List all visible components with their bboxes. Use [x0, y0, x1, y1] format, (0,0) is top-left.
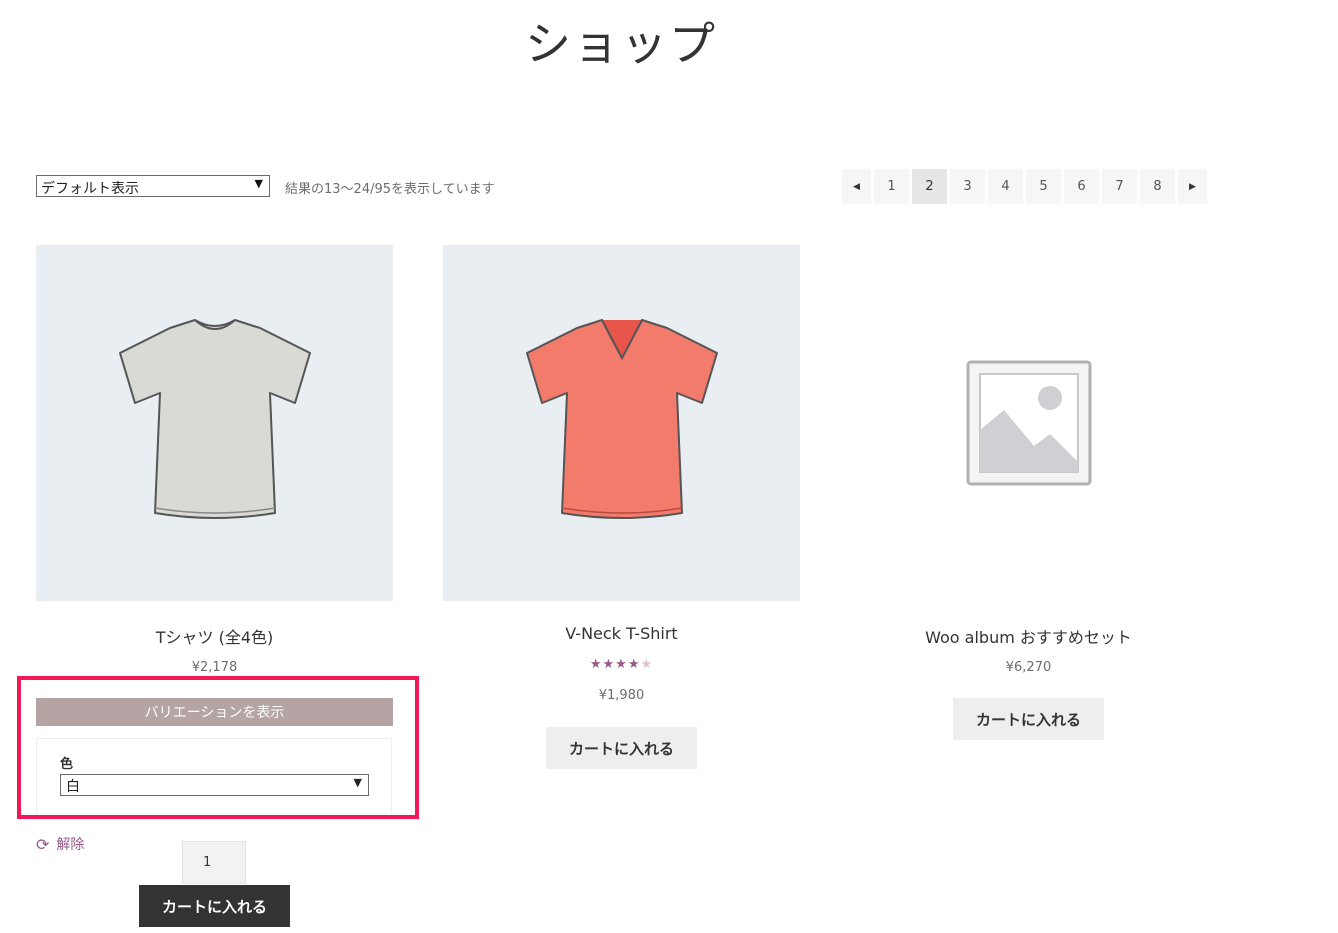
- pagination-prev-button[interactable]: ◀: [842, 169, 871, 204]
- pagination-page[interactable]: 4: [988, 169, 1023, 204]
- reset-label: 解除: [56, 837, 85, 853]
- star-icon: ★: [602, 657, 616, 672]
- star-icon: ★: [615, 657, 628, 672]
- image-placeholder-icon: [966, 360, 1091, 486]
- quantity-input[interactable]: 1: [182, 841, 246, 884]
- product-title[interactable]: Tシャツ (全4色): [36, 624, 393, 648]
- page-title: ショップ: [525, 17, 717, 71]
- pagination-page[interactable]: 3: [950, 169, 985, 204]
- product-title[interactable]: V-Neck T-Shirt: [443, 624, 800, 643]
- product-price: ¥6,270: [1005, 660, 1052, 675]
- add-to-cart-button[interactable]: カートに入れる: [546, 727, 697, 769]
- pagination-page[interactable]: 7: [1102, 169, 1137, 204]
- refresh-icon: ⟳: [36, 834, 50, 854]
- product-price: ¥1,980: [598, 688, 645, 703]
- tshirt-image: [118, 319, 311, 519]
- product-image-placeholder[interactable]: [850, 245, 1207, 601]
- star-rating: ★★★★★: [443, 657, 800, 672]
- pagination-page-current: 2: [912, 169, 947, 204]
- sort-select-value: デフォルト表示: [41, 181, 139, 197]
- product-image-tshirt[interactable]: [36, 245, 393, 601]
- add-to-cart-button-primary[interactable]: カートに入れる: [139, 885, 290, 927]
- pagination-page[interactable]: 6: [1064, 169, 1099, 204]
- product-price: ¥2,178: [191, 660, 238, 675]
- pagination-page[interactable]: 8: [1140, 169, 1175, 204]
- chevron-down-icon: ▼: [254, 177, 263, 190]
- pagination-next-button[interactable]: ▶: [1178, 169, 1207, 204]
- star-icon: ★: [627, 657, 641, 672]
- pagination: ◀ 1 2 3 4 5 6 7 8 ▶: [842, 169, 1207, 204]
- add-to-cart-button[interactable]: カートに入れる: [953, 698, 1104, 740]
- star-empty-icon: ★: [640, 657, 654, 672]
- sort-select[interactable]: デフォルト表示 ▼: [36, 175, 270, 197]
- reset-variations-link[interactable]: ⟳ 解除: [36, 834, 84, 854]
- result-count: 結果の13〜24/95を表示しています: [285, 182, 495, 197]
- product-image-vneck[interactable]: [443, 245, 800, 601]
- pagination-page[interactable]: 5: [1026, 169, 1061, 204]
- star-icon: ★: [589, 657, 603, 672]
- highlight-annotation: [17, 676, 419, 819]
- product-title[interactable]: Woo album おすすめセット: [850, 624, 1207, 648]
- pagination-page[interactable]: 1: [874, 169, 909, 204]
- vneck-tshirt-image: [525, 319, 718, 519]
